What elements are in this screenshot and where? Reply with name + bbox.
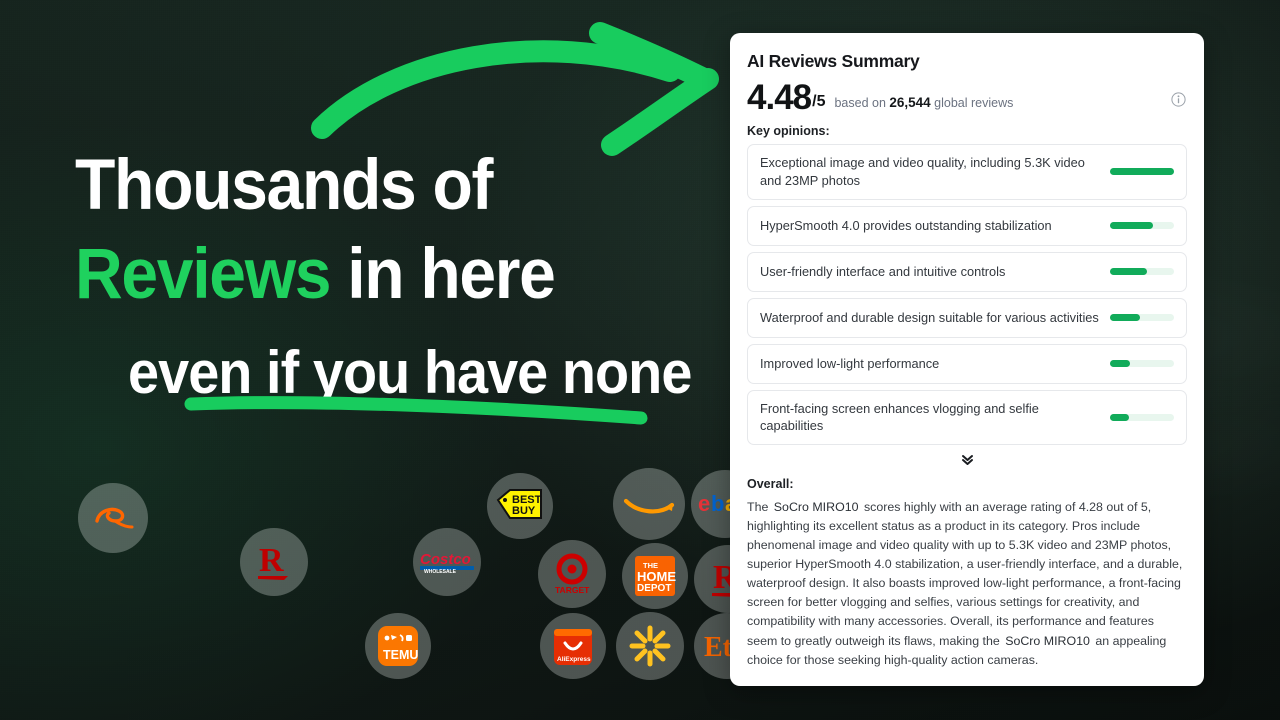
- headline-block: Thousands of Reviews in here even if you…: [75, 148, 715, 404]
- svg-text:AliExpress: AliExpress: [557, 656, 591, 663]
- headline-line-2-rest: in here: [330, 235, 556, 315]
- opinion-text: User-friendly interface and intuitive co…: [760, 263, 1006, 279]
- product-name-mention-2: SoCro MIRO10: [1005, 633, 1090, 648]
- key-opinions-list: Exceptional image and video quality, inc…: [747, 144, 1187, 445]
- rakuten-logo: R: [240, 528, 308, 596]
- opinion-text: Waterproof and durable design suitable f…: [760, 309, 1099, 325]
- overall-text-part2: scores highly with an average rating of …: [747, 499, 1183, 648]
- logo-chip-target: TARGET: [538, 540, 606, 608]
- opinion-score-bar-fill: [1110, 314, 1141, 322]
- card-title: AI Reviews Summary: [747, 51, 920, 71]
- logo-chip-costco: Costco WHOLESALE: [413, 528, 481, 596]
- headline-line-2: Reviews in here: [75, 237, 670, 312]
- headline-line-1: Thousands of: [75, 146, 494, 225]
- temu-logo: TEMU: [365, 613, 431, 679]
- logo-chip-bestbuy: BEST BUY: [487, 473, 553, 539]
- rating-row: 4.48 /5 based on 26,544 global reviews: [747, 78, 1187, 117]
- headline-underline-stroke: [183, 392, 653, 426]
- opinion-score-bar-fill: [1110, 168, 1174, 176]
- svg-text:TEMU: TEMU: [383, 648, 418, 662]
- opinion-score-bar-fill: [1110, 360, 1131, 368]
- svg-text:TARGET: TARGET: [555, 585, 590, 595]
- opinion-row: Front-facing screen enhances vlogging an…: [747, 389, 1187, 445]
- logo-chip-temu: TEMU: [365, 613, 431, 679]
- opinion-score-bar-fill: [1110, 268, 1148, 276]
- rating-meta: based on 26,544 global reviews: [834, 95, 1013, 110]
- logo-chip-rakuten-1: R: [240, 528, 308, 596]
- aliexpress-logo: AliExpress: [540, 613, 606, 679]
- svg-text:b: b: [711, 491, 724, 516]
- amazon-logo: [613, 468, 685, 540]
- ai-reviews-summary-card: AI Reviews Summary 4.48 /5 based on 26,5…: [730, 33, 1204, 686]
- logo-chip-walmart: [616, 612, 684, 680]
- home-depot-logo: THE HOME DEPOT: [622, 543, 688, 609]
- logo-chip-alibaba: [78, 483, 148, 553]
- svg-text:R: R: [259, 542, 284, 579]
- overall-section: Overall: The SoCro MIRO10 scores highly …: [747, 477, 1187, 682]
- opinion-score-bar: [1110, 360, 1174, 368]
- opinion-score-bar: [1110, 168, 1174, 176]
- opinion-text: Front-facing screen enhances vlogging an…: [760, 400, 1039, 434]
- costco-logo: Costco WHOLESALE: [413, 528, 481, 596]
- overall-label: Overall:: [747, 476, 794, 491]
- double-chevron-down-icon[interactable]: [747, 448, 1187, 472]
- svg-text:Costco: Costco: [420, 551, 471, 568]
- info-circle-icon[interactable]: [1171, 92, 1186, 112]
- opinion-score-bar: [1110, 413, 1174, 421]
- opinion-row: User-friendly interface and intuitive co…: [747, 251, 1187, 292]
- opinion-row: Exceptional image and video quality, inc…: [747, 144, 1187, 200]
- rating-meta-suffix: global reviews: [930, 96, 1014, 111]
- opinion-text: Improved low-light performance: [760, 355, 940, 371]
- logo-chip-aliexpress: AliExpress: [540, 613, 606, 679]
- opinion-text: Exceptional image and video quality, inc…: [760, 155, 1085, 188]
- svg-text:HOME: HOME: [637, 569, 676, 584]
- opinion-score-bar: [1110, 314, 1174, 322]
- headline-highlight-reviews: Reviews: [75, 235, 331, 315]
- opinion-row: Improved low-light performance: [747, 343, 1187, 384]
- logo-chip-amazon: [613, 468, 685, 540]
- rating-out-of: /5: [812, 93, 826, 111]
- svg-text:WHOLESALE: WHOLESALE: [424, 569, 457, 575]
- rating-value: 4.48: [747, 78, 812, 117]
- walmart-logo: [616, 612, 684, 680]
- overall-text: The SoCro MIRO10 scores highly with an a…: [747, 498, 1187, 670]
- product-name-mention-1: SoCro MIRO10: [773, 499, 859, 514]
- key-opinions-label: Key opinions:: [747, 124, 830, 139]
- opinion-row: Waterproof and durable design suitable f…: [747, 297, 1187, 338]
- best-buy-logo: BEST BUY: [487, 473, 553, 539]
- svg-text:e: e: [698, 491, 710, 516]
- alibaba-logo: [78, 483, 148, 553]
- opinion-score-bar: [1110, 222, 1174, 230]
- opinion-score-bar-fill: [1110, 413, 1130, 421]
- svg-text:DEPOT: DEPOT: [637, 583, 671, 594]
- target-logo: TARGET: [538, 540, 606, 608]
- rating-meta-prefix: based on: [834, 96, 890, 111]
- review-count: 26,544: [889, 95, 931, 111]
- svg-text:BUY: BUY: [512, 505, 536, 517]
- opinion-row: HyperSmooth 4.0 provides outstanding sta…: [747, 205, 1187, 246]
- logo-chip-homedepot: THE HOME DEPOT: [622, 543, 688, 609]
- overall-text-part1: The: [747, 499, 772, 514]
- opinion-score-bar: [1110, 268, 1174, 276]
- opinion-score-bar-fill: [1110, 222, 1153, 230]
- opinion-text: HyperSmooth 4.0 provides outstanding sta…: [760, 217, 1052, 233]
